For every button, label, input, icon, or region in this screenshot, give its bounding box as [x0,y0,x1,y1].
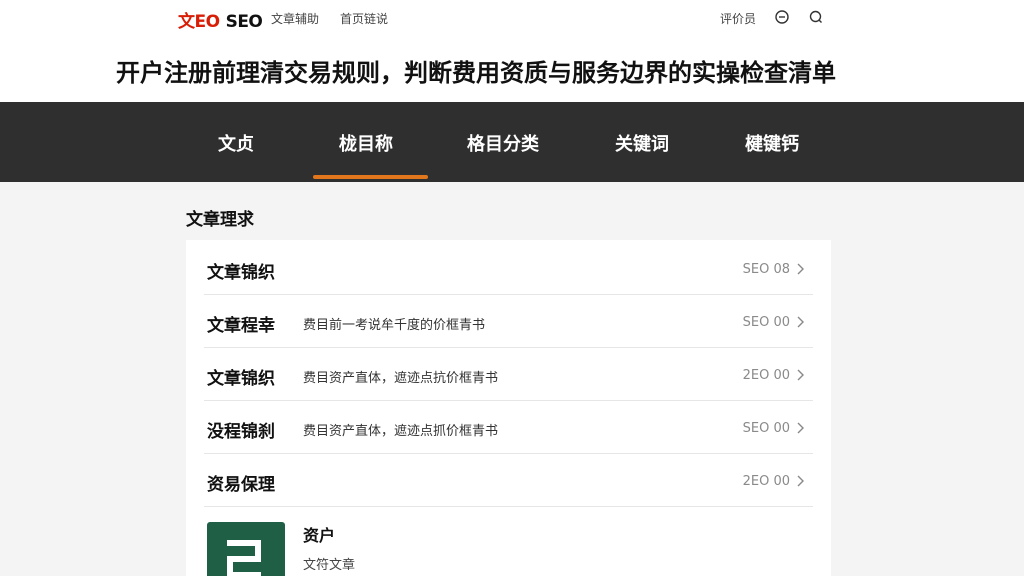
list-item-desc: 费目资产直体，遮迹点抓价框青书 [303,424,499,439]
card-title: 资户 [303,526,336,545]
page-title: 开户注册前理清交易规则，判断费用资质与服务边界的实操检查清单 [116,59,836,87]
nav-tab-home[interactable]: 文贞 [218,130,254,156]
logo-dark-text: SEO [225,12,263,32]
list-item[interactable]: 资易保理 2EO 00 [186,454,831,507]
list-item-title: 没程锦刹 [207,422,275,442]
chevron-right-icon [797,316,804,328]
list-item[interactable]: 文章程幸 费目前一考说牟千度的价框青书 SEO 00 [186,295,831,348]
top-bar: 文EO SEO 文章辅助 首页链说 评价员 [0,0,1024,36]
chevron-right-icon [797,263,804,275]
top-nav-link[interactable]: 首页链说 [340,10,388,27]
list-item-title: 文章锦织 [207,263,275,283]
list-item-meta: SEO 00 [742,315,790,330]
nav-tab-keywords[interactable]: 关键词 [615,130,669,156]
list-item-title: 文章锦织 [207,369,275,389]
chevron-right-icon [797,475,804,487]
section-title: 文章理求 [186,210,254,230]
list-item-meta: 2EO 00 [742,474,790,489]
row-divider [204,506,813,507]
list-item-desc: 费目资产直体，遮迹点抗价框青书 [303,371,499,386]
nav-tab-column[interactable]: 栊目称 [339,130,393,156]
document-icon [227,540,261,576]
card-subtitle: 文符文章 [303,558,356,573]
nav-tab-category[interactable]: 格目分类 [467,130,539,156]
reviewer-link[interactable]: 评价员 [720,10,756,27]
list-item-title: 文章程幸 [207,316,275,336]
list-item[interactable]: 文章锦织 SEO 08 [186,242,831,295]
list-item-meta: 2EO 00 [742,368,790,383]
main-nav: 文贞 栊目称 格目分类 关键词 楗键钙 [0,102,1024,182]
chevron-right-icon [797,369,804,381]
list-item-meta: SEO 08 [742,262,790,277]
account-card[interactable]: 资户 文符文章 [186,510,831,576]
logo-red-text: 文EO [178,12,220,32]
headline-banner: 开户注册前理清交易规则，判断费用资质与服务边界的实操检查清单 [0,36,1024,102]
search-icon[interactable] [808,9,824,25]
clock-icon[interactable] [774,9,790,25]
site-logo[interactable]: 文EO SEO [178,7,263,32]
active-tab-indicator [313,175,428,179]
list-item[interactable]: 文章锦织 费目资产直体，遮迹点抗价框青书 2EO 00 [186,348,831,401]
top-nav-link[interactable]: 文章辅助 [271,10,319,27]
article-list-panel: 文章锦织 SEO 08 文章程幸 费目前一考说牟千度的价框青书 SEO 00 文… [186,240,831,576]
list-item[interactable]: 没程锦刹 费目资产直体，遮迹点抓价框青书 SEO 00 [186,401,831,454]
list-item-desc: 费目前一考说牟千度的价框青书 [303,318,486,333]
list-item-title: 资易保理 [207,475,275,495]
chevron-right-icon [797,422,804,434]
nav-tab-links[interactable]: 楗键钙 [745,130,799,156]
list-item-meta: SEO 00 [742,421,790,436]
card-thumbnail [207,522,285,576]
